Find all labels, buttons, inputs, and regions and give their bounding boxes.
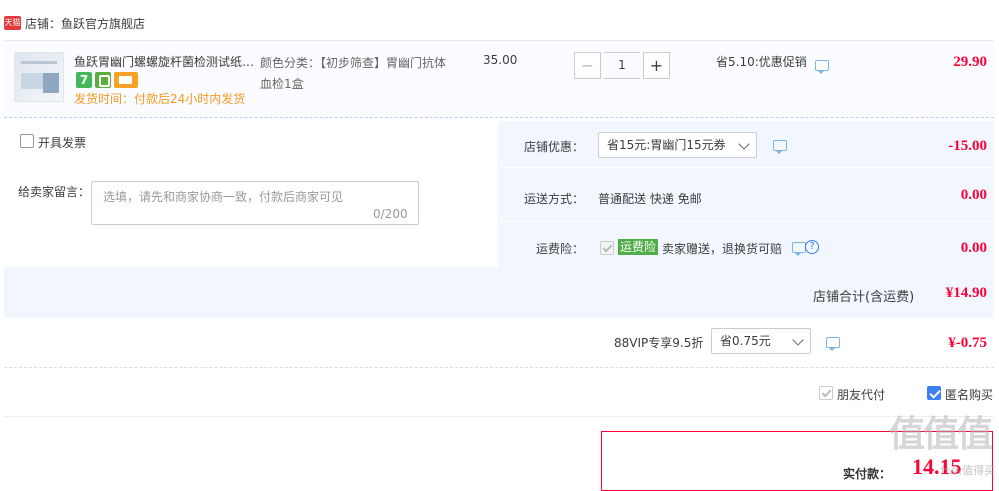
shipping-label: 运送方式： <box>524 192 585 206</box>
qty-plus-button[interactable]: + <box>643 52 670 79</box>
vip-row <box>4 320 994 368</box>
insurance-checkbox[interactable] <box>600 241 614 255</box>
vip-discount-amount: ¥-0.75 <box>948 335 987 351</box>
warranty-icon <box>95 72 111 88</box>
tmall-badge: 天猫 <box>4 16 21 30</box>
message-label: 给卖家留言： <box>18 185 91 199</box>
shop-coupon-value: 省15元:胃幽门15元券 <box>607 138 726 152</box>
promo-text: 省5.10:优惠促销 <box>716 55 807 69</box>
chat-icon[interactable] <box>773 140 787 154</box>
divider <box>4 416 994 417</box>
shop-discount-label: 店铺优惠： <box>524 140 585 154</box>
invoice-label[interactable]: 开具发票 <box>38 134 86 151</box>
ship-time: 发货时间：付款后24小时内发货 <box>74 92 246 106</box>
credit-card-icon <box>114 72 138 88</box>
message-placeholder: 选填，请先和商家协商一致，付款后商家可见 <box>103 190 344 204</box>
invoice-checkbox[interactable] <box>20 134 34 148</box>
qty-input[interactable]: 1 <box>604 52 640 79</box>
shipping-amount: 0.00 <box>960 187 987 203</box>
insurance-tag: 运费险 <box>618 239 659 255</box>
shop-total-amount: ¥14.90 <box>945 285 987 301</box>
chat-icon[interactable] <box>792 242 806 256</box>
vip-discount-select[interactable]: 省0.75元 <box>711 328 811 354</box>
item-total: 29.90 <box>953 54 987 70</box>
shop-name[interactable]: 店铺：鱼跃官方旗舰店 <box>25 15 145 32</box>
message-char-count: 0/200 <box>373 207 408 221</box>
divider <box>500 221 994 222</box>
friend-pay-label[interactable]: 朋友代付 <box>837 386 885 403</box>
vip-label: 88VIP专享9.5折 <box>614 336 704 350</box>
seven-day-return-icon: 7 <box>76 72 92 88</box>
divider <box>500 167 994 168</box>
quantity-stepper: − 1 + <box>574 52 670 79</box>
sku-info: 颜色分类：【初步筛查】胃幽门抗体血检1盒 <box>260 56 447 91</box>
friend-pay-checkbox[interactable] <box>819 386 833 400</box>
insurance-label: 运费险： <box>536 242 585 256</box>
final-label: 实付款： <box>843 467 892 481</box>
qty-minus-button[interactable]: − <box>574 52 601 79</box>
shop-coupon-select[interactable]: 省15元:胃幽门15元券 <box>598 132 757 158</box>
anonymous-label[interactable]: 匿名购买 <box>945 386 993 403</box>
site-watermark: 值值值 <box>888 414 993 455</box>
shop-total-label: 店铺合计(含运费) <box>813 290 915 305</box>
shipping-method: 普通配送 快递 免邮 <box>598 192 702 206</box>
product-thumbnail[interactable] <box>14 52 64 102</box>
product-title[interactable]: 鱼跃胃幽门螺螺旋杆菌检测试纸… <box>74 53 254 70</box>
vip-discount-value: 省0.75元 <box>720 334 771 348</box>
chevron-down-icon <box>738 138 750 150</box>
chat-icon[interactable] <box>826 337 840 351</box>
chat-icon[interactable] <box>815 60 829 74</box>
unit-price: 35.00 <box>483 53 518 67</box>
insurance-amount: 0.00 <box>960 240 987 256</box>
shop-discount-amount: -15.00 <box>948 138 987 154</box>
chevron-down-icon <box>792 334 804 346</box>
anonymous-checkbox[interactable] <box>927 386 941 400</box>
help-icon[interactable]: ? <box>805 240 819 254</box>
insurance-desc: 卖家赠送，退换货可赔 <box>662 242 783 256</box>
site-watermark-sub: 什么值得买 <box>940 464 995 477</box>
